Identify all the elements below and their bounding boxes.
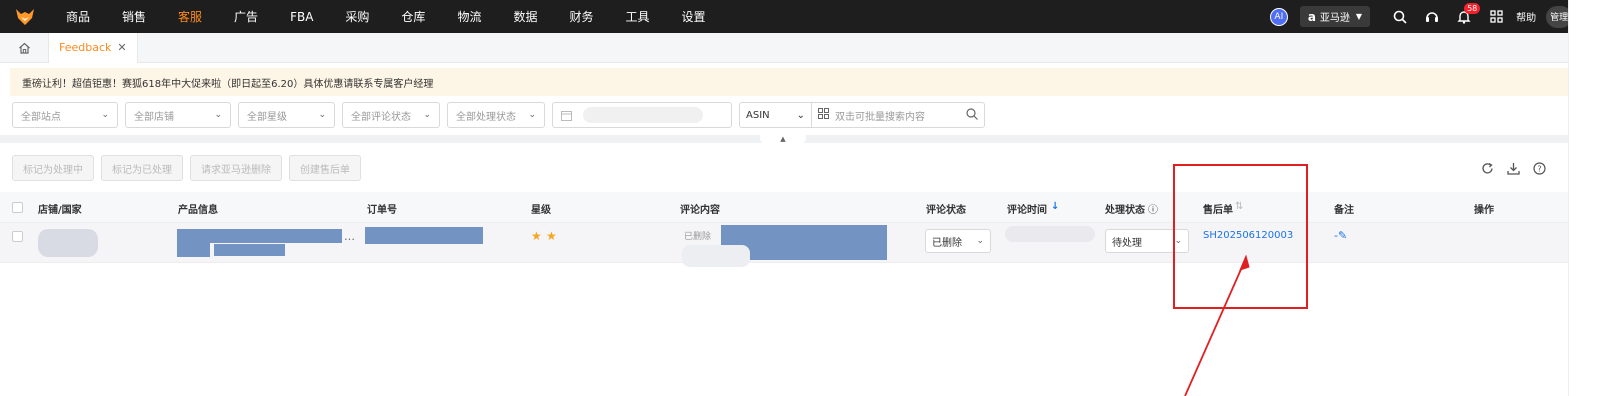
annotation-arrow (1184, 254, 1250, 396)
page-scrollbar[interactable] (1568, 0, 1605, 396)
